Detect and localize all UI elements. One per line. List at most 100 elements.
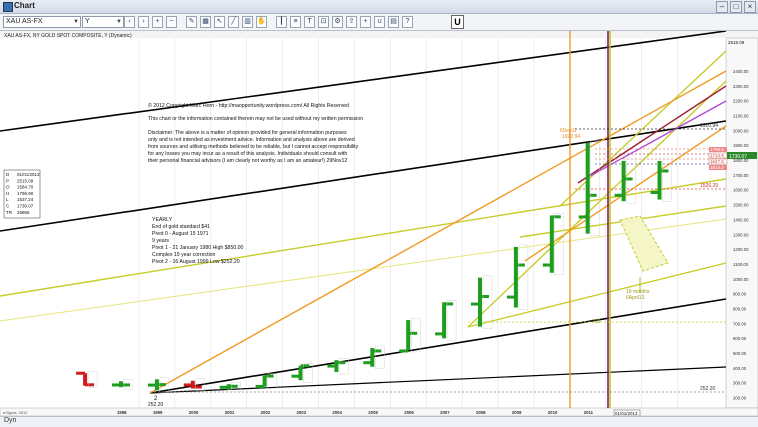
note-line-3: Pivot 0 - August 15 1971 <box>152 231 209 237</box>
period-select[interactable]: Y ▼ <box>82 16 124 28</box>
x-axis-label: 2008 <box>476 410 486 415</box>
bottom-price-label: 252.20 <box>700 386 716 392</box>
export-icon[interactable]: ⇪ <box>346 16 357 28</box>
tool-buttons: ‹ › + − ✎ ▦ ↖ ╱ ▥ ✋ ┃ ≡ T ⊡ ⚙ ⇪ + ∪ ▤? <box>124 16 413 28</box>
symbol-value: XAU AS-FX <box>6 18 43 25</box>
app-icon <box>3 2 13 12</box>
y-axis-label: 1200.00 <box>733 247 749 252</box>
data-value: 1537.24 <box>17 197 34 202</box>
x-axis-label: 2007 <box>440 410 450 415</box>
bar-icon[interactable]: ┃ <box>276 16 287 28</box>
y-axis-label: 2000.00 <box>733 128 749 133</box>
axis-top-price: 2515.09 <box>728 40 745 45</box>
zoom-in-icon[interactable]: + <box>152 16 163 28</box>
y-axis-label: 1700.00 <box>733 173 749 178</box>
y-axis-label: 900.00 <box>733 292 747 297</box>
y-axis-label: 800.00 <box>733 306 747 311</box>
minimize-button[interactable]: – <box>716 1 728 13</box>
line-icon[interactable]: ╱ <box>228 16 239 28</box>
note-line-5: Pivot 1 - 21 January 1980 High $850.00 <box>152 245 244 251</box>
maximize-button[interactable]: □ <box>730 1 742 13</box>
high-price-label: 1920.94 <box>562 134 580 140</box>
data-value: 1796.90 <box>17 191 34 196</box>
cursor-icon[interactable]: ↖ <box>214 16 225 28</box>
level-700-label: 700 <box>592 319 601 325</box>
note-line-6: Complex 19 year correction <box>152 252 216 258</box>
period-value: Y <box>85 18 90 25</box>
print-icon[interactable]: ▤ <box>388 16 399 28</box>
x-axis-label: 2002 <box>261 410 271 415</box>
close-button[interactable]: × <box>744 1 756 13</box>
pen-icon[interactable]: ✎ <box>186 16 197 28</box>
x-axis-label: 2005 <box>368 410 378 415</box>
data-window: D 01/01/2013P 2515.09O 1584.70H 1796.90L 1537… <box>3 169 41 219</box>
data-key: TR <box>6 210 13 215</box>
x-axis-labels: 1998 1999 2000 2001 2002 2003 2004 2005 2006 2007… <box>117 410 630 415</box>
y-axis-label: 1100.00 <box>733 262 749 267</box>
watermark: eSignal, 2012 <box>3 410 28 415</box>
level-1526-label: 1526.29 <box>700 183 718 189</box>
grid-icon[interactable]: ▦ <box>200 16 211 28</box>
window-controls: – □ × <box>716 1 756 13</box>
tag-red-4-text: 1614.3 <box>710 165 724 170</box>
x-axis-label: 2004 <box>332 410 342 415</box>
status-bar: Dyn <box>0 416 758 427</box>
text-icon[interactable]: T <box>304 16 315 28</box>
copyright-line-1: © 2012 Copyright Marc Horn - http://maop… <box>148 102 349 109</box>
note-line-2: End of gold standard $41 <box>152 224 210 230</box>
y-axis-label: 600.00 <box>733 336 747 341</box>
y-axis-label: 300.00 <box>733 381 747 386</box>
price-chart[interactable]: XAU AS-FX, NY GOLD SPOT COMPOSITE, Y (Dy… <box>0 31 758 416</box>
y-axis-label: 2300.00 <box>733 84 749 89</box>
data-key: O <box>6 185 10 190</box>
chevron-down-icon: ▼ <box>116 19 122 25</box>
y-axis-label: 1000.00 <box>733 277 749 282</box>
u-button[interactable]: U <box>451 15 464 29</box>
y-axis-label: 1400.00 <box>733 217 749 222</box>
months-date: 6April13 <box>626 295 645 301</box>
data-key: P <box>6 178 9 183</box>
tag-red-2-text: 1714.9 <box>710 153 724 158</box>
next-icon[interactable]: › <box>138 16 149 28</box>
time-axis[interactable] <box>0 407 758 416</box>
prev-icon[interactable]: ‹ <box>124 16 135 28</box>
toolbar: XAU AS-FX ▼ Y ▼ ‹ › + − ✎ ▦ ↖ ╱ ▥ ✋ ┃ ≡ T ⊡ ⚙ ⇪ + ∪ ▤? U <box>0 14 758 31</box>
data-value: 26866 <box>17 210 30 215</box>
chevron-down-icon: ▼ <box>73 19 79 25</box>
y-axis-label: 1900.00 <box>733 143 749 148</box>
note-line-4: 9 years <box>152 238 169 244</box>
chart-header: XAU AS-FX, NY GOLD SPOT COMPOSITE, Y (Dy… <box>4 33 132 39</box>
x-axis-label: 1999 <box>153 410 163 415</box>
symbol-select[interactable]: XAU AS-FX ▼ <box>3 16 81 28</box>
copyright-line-3: Disclaimer: The above is a matter of opi… <box>148 130 347 136</box>
chart-area[interactable]: XAU AS-FX, NY GOLD SPOT COMPOSITE, Y (Dy… <box>0 31 758 416</box>
y-axis-label: 500.00 <box>733 351 747 356</box>
magnet-icon[interactable]: ∪ <box>374 16 385 28</box>
zoom-out-icon[interactable]: − <box>166 16 177 28</box>
copyright-line-7: their personal financial advisors (I am … <box>148 158 347 164</box>
y-axis-label: 1300.00 <box>733 232 749 237</box>
data-value: 2515.09 <box>17 178 34 183</box>
copyright-line-2: This chart or the information contained … <box>148 116 363 122</box>
x-axis-label: 2010 <box>548 410 558 415</box>
data-value: 1584.70 <box>17 185 34 190</box>
x-axis-label: 2003 <box>297 410 307 415</box>
help-icon[interactable]: ? <box>402 16 413 28</box>
tag-red-3-text: 1647.5 <box>710 159 724 164</box>
fib-icon[interactable]: ≡ <box>290 16 301 28</box>
tag-red-1-text: 1798.5 <box>710 147 724 152</box>
copyright-line-4: only and is not intended as investment a… <box>148 137 355 143</box>
low-price-label: 252.20 <box>148 402 164 408</box>
crosshair-icon[interactable]: + <box>360 16 371 28</box>
level-1920-label: 1920.94 <box>700 123 718 129</box>
current-price-text: 1730.07 <box>729 154 747 160</box>
hand-icon[interactable]: ✋ <box>256 16 267 28</box>
y-axis-label: 2200.00 <box>733 99 749 104</box>
x-axis-label: 1998 <box>117 410 127 415</box>
y-axis-label: 2400.00 <box>733 69 749 74</box>
settings-icon[interactable]: ⚙ <box>332 16 343 28</box>
y-axis-label: 2100.00 <box>733 114 749 119</box>
chart-icon[interactable]: ▥ <box>242 16 253 28</box>
data-key: H <box>6 191 9 196</box>
lock-icon[interactable]: ⊡ <box>318 16 329 28</box>
